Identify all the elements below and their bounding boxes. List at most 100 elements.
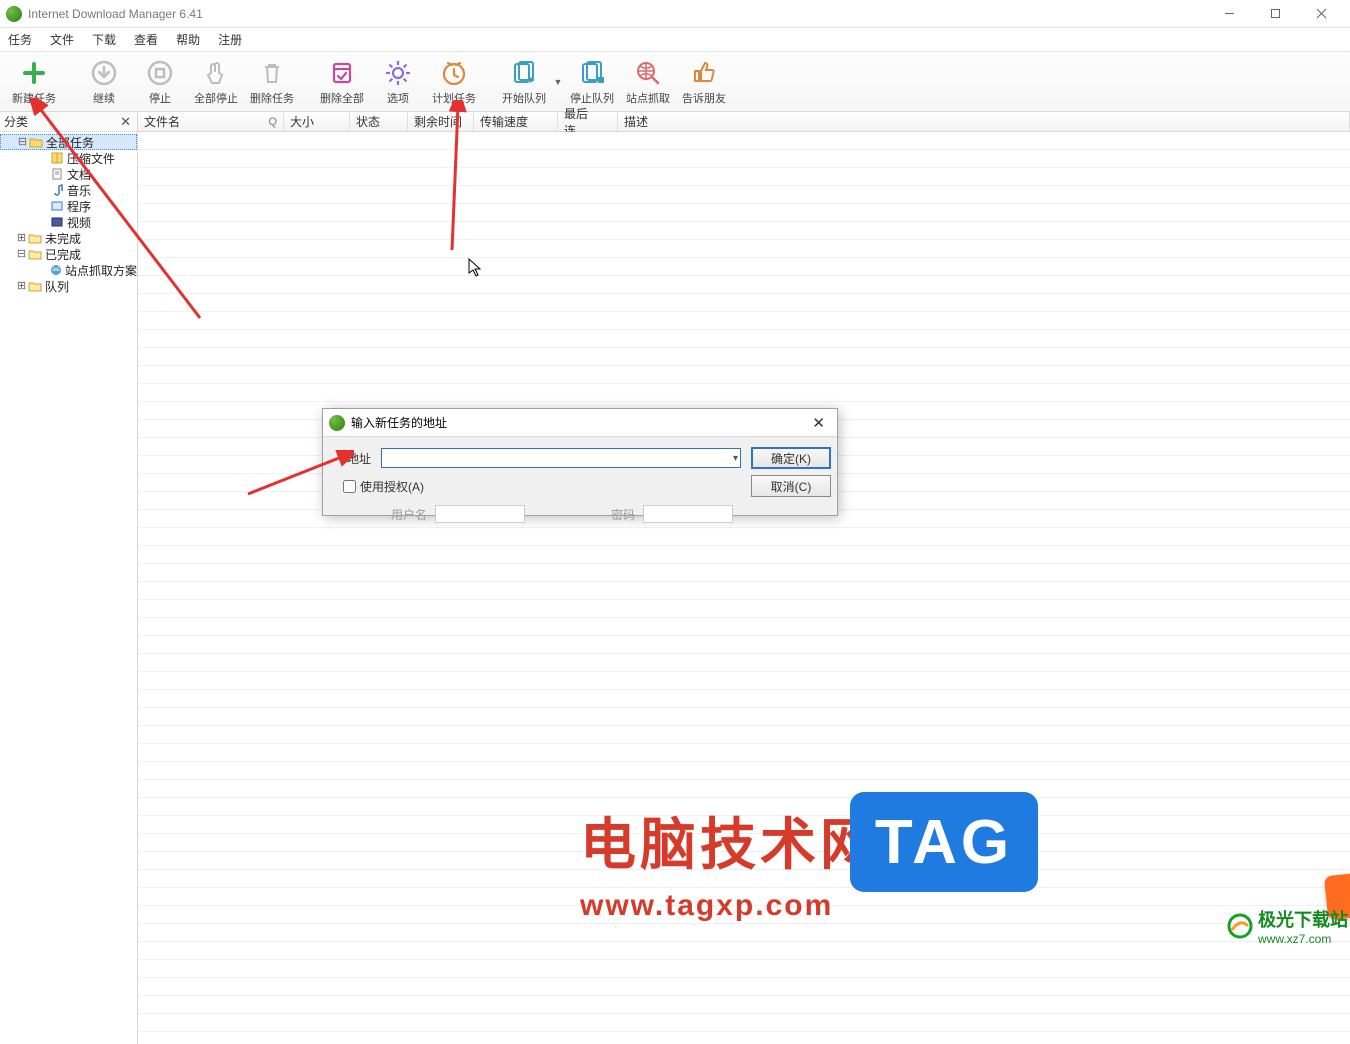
toolbar-new-button[interactable]: 新建任务 (6, 54, 62, 110)
list-row[interactable] (138, 672, 1350, 690)
toolbar-stop-all-button[interactable]: 全部停止 (188, 54, 244, 110)
col-remain[interactable]: 剩余时间 (408, 112, 474, 131)
list-row[interactable] (138, 816, 1350, 834)
toolbar-delete-all-button[interactable]: 删除全部 (314, 54, 370, 110)
col-status[interactable]: 状态 (350, 112, 408, 131)
list-row[interactable] (138, 186, 1350, 204)
toolbar-options-button[interactable]: 选项 (370, 54, 426, 110)
list-row[interactable] (138, 888, 1350, 906)
list-row[interactable] (138, 348, 1350, 366)
start-queue-dropdown[interactable]: ▼ (552, 77, 564, 87)
toolbar-start-queue-button[interactable]: 开始队列 (496, 54, 552, 110)
menu-downloads[interactable]: 下载 (90, 29, 118, 50)
menu-register[interactable]: 注册 (216, 29, 244, 50)
list-row[interactable] (138, 258, 1350, 276)
list-row[interactable] (138, 204, 1350, 222)
list-row[interactable] (138, 600, 1350, 618)
tree-expand-icon[interactable]: ⊞ (16, 231, 27, 245)
list-row[interactable] (138, 366, 1350, 384)
list-row[interactable] (138, 744, 1350, 762)
list-row[interactable] (138, 942, 1350, 960)
list-row[interactable] (138, 294, 1350, 312)
dialog-app-icon (329, 415, 345, 431)
list-row[interactable] (138, 618, 1350, 636)
list-row[interactable] (138, 150, 1350, 168)
list-row[interactable] (138, 870, 1350, 888)
username-input[interactable] (435, 505, 525, 523)
list-row[interactable] (138, 996, 1350, 1014)
col-speed[interactable]: 传输速度 (474, 112, 558, 131)
list-row[interactable] (138, 1014, 1350, 1032)
list-row[interactable] (138, 690, 1350, 708)
col-size[interactable]: 大小 (284, 112, 350, 131)
list-row[interactable] (138, 564, 1350, 582)
password-label: 密码 (611, 506, 635, 523)
tree-item-2[interactable]: 文档 (0, 166, 137, 182)
auth-checkbox[interactable] (343, 480, 356, 493)
list-row[interactable] (138, 582, 1350, 600)
list-row[interactable] (138, 852, 1350, 870)
toolbar-delete-button[interactable]: 删除任务 (244, 54, 300, 110)
list-row[interactable] (138, 276, 1350, 294)
ok-button[interactable]: 确定(K) (751, 447, 831, 469)
list-row[interactable] (138, 330, 1350, 348)
list-row[interactable] (138, 240, 1350, 258)
tree-item-3[interactable]: 音乐 (0, 182, 137, 198)
list-row[interactable] (138, 132, 1350, 150)
list-row[interactable] (138, 906, 1350, 924)
menu-view[interactable]: 查看 (132, 29, 160, 50)
list-row[interactable] (138, 780, 1350, 798)
minimize-button[interactable] (1206, 0, 1252, 28)
tree-item-5[interactable]: 视频 (0, 214, 137, 230)
toolbar-resume-button[interactable]: 继续 (76, 54, 132, 110)
list-row[interactable] (138, 726, 1350, 744)
list-row[interactable] (138, 546, 1350, 564)
tree-item-9[interactable]: ⊞队列 (0, 278, 137, 294)
tree-item-7[interactable]: ⊟已完成 (0, 246, 137, 262)
menu-help[interactable]: 帮助 (174, 29, 202, 50)
list-row[interactable] (138, 384, 1350, 402)
chevron-down-icon[interactable]: ▾ (733, 453, 738, 464)
list-row[interactable] (138, 960, 1350, 978)
tree-expand-icon[interactable]: ⊟ (17, 135, 28, 149)
toolbar-grabber-button[interactable]: 站点抓取 (620, 54, 676, 110)
list-row[interactable] (138, 312, 1350, 330)
toolbar-stop-queue-button[interactable]: 停止队列 (564, 54, 620, 110)
toolbar-tell-button[interactable]: 告诉朋友 (676, 54, 732, 110)
toolbar-grabber-label: 站点抓取 (626, 90, 670, 106)
list-body[interactable] (138, 132, 1350, 1044)
toolbar-schedule-button[interactable]: 计划任务 (426, 54, 482, 110)
maximize-button[interactable] (1252, 0, 1298, 28)
list-row[interactable] (138, 978, 1350, 996)
col-last[interactable]: 最后连… (558, 112, 618, 131)
col-desc[interactable]: 描述 (618, 112, 1350, 131)
menu-tasks[interactable]: 任务 (6, 29, 34, 50)
list-row[interactable] (138, 834, 1350, 852)
list-row[interactable] (138, 222, 1350, 240)
list-row[interactable] (138, 168, 1350, 186)
tree-expand-icon[interactable]: ⊞ (16, 279, 27, 293)
sidebar-close-icon[interactable]: ✕ (118, 114, 133, 130)
toolbar-stop-button[interactable]: 停止 (132, 54, 188, 110)
list-row[interactable] (138, 636, 1350, 654)
col-filename[interactable]: 文件名Q (138, 112, 284, 131)
tree-item-1[interactable]: 压缩文件 (0, 150, 137, 166)
tree-expand-icon[interactable]: ⊟ (16, 247, 27, 261)
password-input[interactable] (643, 505, 733, 523)
toolbar-delete-label: 删除任务 (250, 90, 294, 106)
dialog-close-icon[interactable]: ✕ (806, 414, 831, 432)
list-row[interactable] (138, 654, 1350, 672)
tree-item-8[interactable]: 站点抓取方案 (0, 262, 137, 278)
menu-file[interactable]: 文件 (48, 29, 76, 50)
list-row[interactable] (138, 924, 1350, 942)
tree-item-0[interactable]: ⊟全部任务 (0, 134, 137, 150)
cancel-button[interactable]: 取消(C) (751, 475, 831, 497)
list-row[interactable] (138, 798, 1350, 816)
dialog-titlebar[interactable]: 输入新任务的地址 ✕ (323, 409, 837, 437)
url-input[interactable]: ▾ (381, 448, 741, 468)
list-row[interactable] (138, 762, 1350, 780)
tree-item-6[interactable]: ⊞未完成 (0, 230, 137, 246)
tree-item-4[interactable]: 程序 (0, 198, 137, 214)
list-row[interactable] (138, 708, 1350, 726)
close-button[interactable] (1298, 0, 1344, 28)
